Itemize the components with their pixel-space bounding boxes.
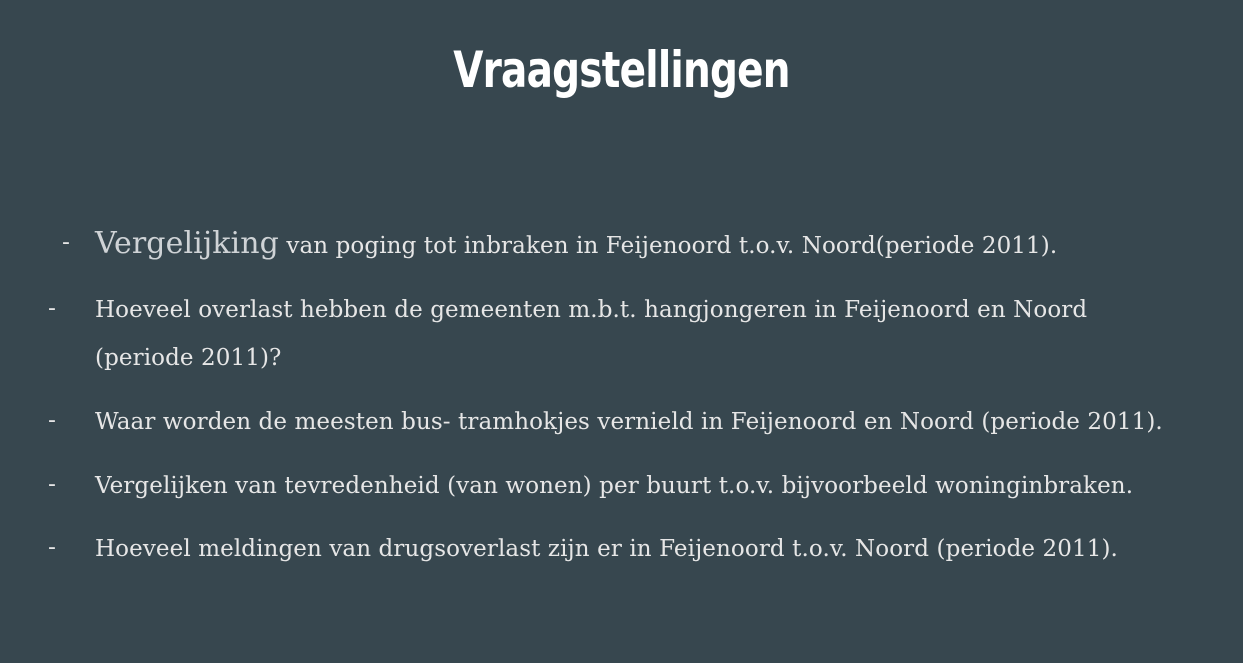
list-item-text: Vergelijken van tevredenheid (van wonen)… (95, 473, 1134, 499)
bullet-dash: - (48, 535, 56, 560)
emphasized-word: Vergelijking (95, 226, 279, 261)
list-item-text: Hoeveel meldingen van drugsoverlast zijn… (95, 536, 1118, 562)
bullet-dash: - (62, 230, 70, 255)
slide-title: Vraagstellingen (453, 41, 790, 99)
bullet-dash: - (48, 472, 56, 497)
slide: Vraagstellingen - Vergelijking van pogin… (0, 0, 1243, 663)
bullet-dash: - (48, 408, 56, 433)
list-item-rest: van poging tot inbraken in Feijenoord t.… (278, 233, 1058, 259)
list-item-text: Vergelijking van poging tot inbraken in … (95, 220, 1175, 270)
bullet-dash: - (48, 296, 56, 321)
list-item-text: Waar worden de meesten bus- tramhokjes v… (95, 409, 1163, 435)
list-item-text: Hoeveel overlast hebben de gemeenten m.b… (95, 297, 1088, 371)
